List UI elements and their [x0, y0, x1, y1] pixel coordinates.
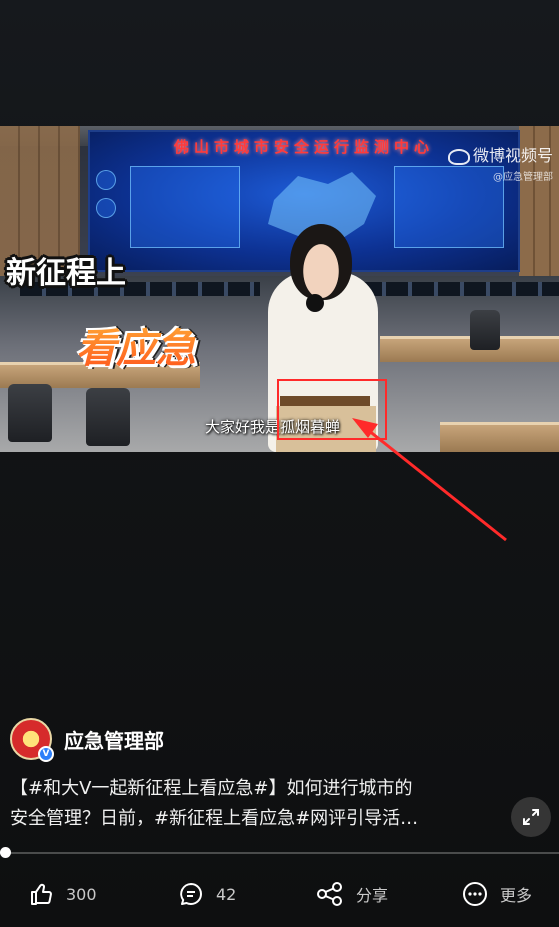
comment-icon	[180, 883, 202, 905]
post-line-2: 安全管理？日前，#新征程上看应急#网评引导活…	[10, 808, 419, 829]
share-button[interactable]: 分享	[316, 870, 388, 918]
more-label: 更多	[500, 886, 533, 905]
author-name[interactable]: 应急管理部	[64, 725, 164, 754]
expand-icon	[523, 809, 539, 825]
author-row[interactable]: V 应急管理部	[10, 718, 164, 762]
comment-count: 42	[216, 884, 237, 904]
comment-button[interactable]: 42	[178, 870, 236, 918]
like-button[interactable]: 300	[28, 870, 97, 918]
post-description[interactable]: 【#和大V一起新征程上看应急#】如何进行城市的 安全管理？日前，#新征程上看应急…	[10, 774, 480, 834]
verified-badge: V	[38, 746, 54, 762]
expand-button[interactable]	[511, 797, 551, 837]
progress-track[interactable]	[0, 852, 559, 854]
share-icon	[317, 882, 342, 906]
avatar[interactable]: V	[10, 718, 54, 762]
progress-handle[interactable]	[0, 847, 11, 858]
like-count: 300	[66, 884, 97, 904]
action-bar: 300 42 分享 更多	[0, 870, 559, 918]
post-line-1: 【#和大V一起新征程上看应急#】如何进行城市的	[10, 778, 413, 799]
thumbs-up-icon	[31, 883, 52, 905]
more-button[interactable]: 更多	[462, 870, 532, 918]
share-label: 分享	[356, 886, 389, 905]
more-icon	[463, 882, 487, 906]
